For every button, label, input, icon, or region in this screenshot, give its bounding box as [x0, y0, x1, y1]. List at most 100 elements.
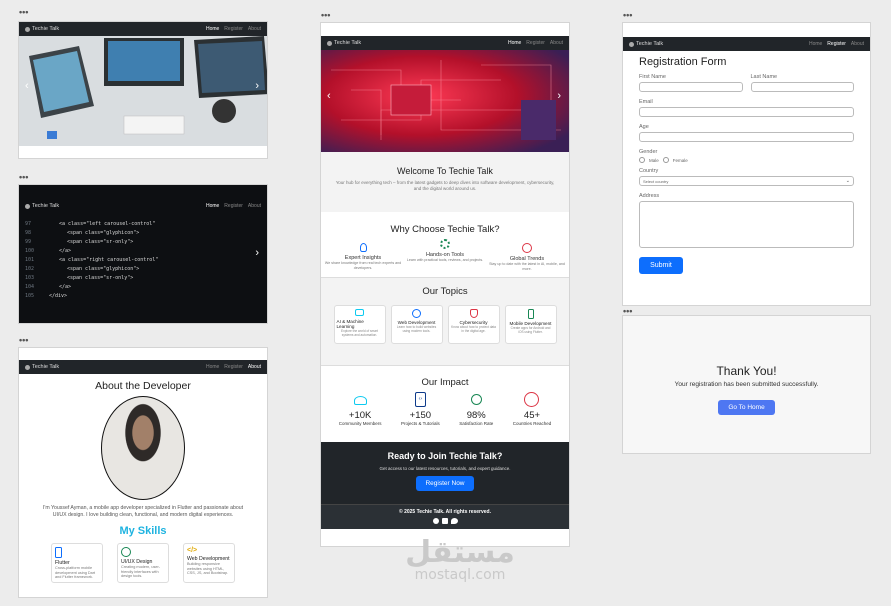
nav-home[interactable]: Home: [809, 41, 822, 47]
topic-text: Create apps for Android and iOS using Fl…: [510, 326, 551, 334]
gender-label: Gender: [639, 149, 658, 155]
country-select[interactable]: Select country ⌄: [639, 176, 854, 186]
brand-logo-icon: [25, 203, 30, 209]
brand[interactable]: Techie Talk: [327, 40, 361, 46]
developer-photo: [101, 396, 185, 500]
svg-text:<a class="left carousel-contro: <a class="left carousel-control": [59, 221, 155, 227]
first-name-field[interactable]: [639, 82, 743, 92]
watermark-latin: mostaql.com: [414, 567, 506, 583]
stat-label: Community Members: [338, 421, 382, 426]
code-file-icon: ‹›: [414, 392, 426, 407]
palette-icon: [121, 547, 131, 557]
female-label: Female: [672, 157, 688, 163]
nav-about[interactable]: About: [248, 203, 261, 209]
nav-register[interactable]: Register: [827, 41, 846, 47]
address-textarea[interactable]: [639, 201, 854, 248]
skill-text: Cross-platform mobile development using …: [55, 566, 96, 580]
carousel-next-icon[interactable]: ›: [255, 247, 259, 259]
svg-text:<span class="glyphicon">: <span class="glyphicon">: [67, 230, 139, 236]
svg-text:102: 102: [25, 266, 34, 272]
nav-register[interactable]: Register: [224, 364, 243, 370]
stat-label: Projects & Tutorials: [400, 421, 440, 426]
nav-about[interactable]: About: [851, 41, 864, 47]
brand-logo-icon: [25, 26, 30, 32]
impact-title: Our Impact: [421, 377, 469, 388]
facebook-icon[interactable]: [432, 518, 439, 524]
brand[interactable]: Techie Talk: [25, 203, 59, 209]
brand-logo-icon: [25, 364, 30, 370]
lightbulb-icon: [359, 243, 367, 252]
award-icon: [470, 394, 482, 405]
brand-logo-icon: [629, 41, 634, 47]
carousel-prev-icon[interactable]: ‹: [327, 90, 331, 102]
desk-illustration: [19, 36, 267, 146]
feature-card: Expert Insights We share knowledge from …: [323, 243, 403, 271]
brand[interactable]: Techie Talk: [25, 26, 59, 32]
address-label: Address: [639, 193, 660, 199]
feature-text: Learn with practical tools, reviews, and…: [406, 258, 484, 262]
male-radio[interactable]: [639, 157, 645, 163]
svg-text:103: 103: [25, 275, 34, 281]
twitter-icon[interactable]: [450, 518, 458, 524]
svg-text:100: 100: [25, 248, 34, 254]
phone-icon: [55, 547, 62, 558]
go-to-home-button[interactable]: Go To Home: [718, 400, 775, 415]
svg-text:97: 97: [25, 221, 31, 227]
nav-about[interactable]: About: [550, 40, 563, 46]
footer: © 2025 Techie Talk. All rights reserved.: [321, 504, 569, 529]
feature-card: Hands-on Tools Learn with practical tool…: [405, 239, 485, 271]
register-now-button[interactable]: Register Now: [416, 476, 474, 491]
nav-home[interactable]: Home: [508, 40, 521, 46]
carousel-next-icon[interactable]: ›: [557, 90, 561, 102]
welcome-section: Welcome To Techie Talk Your hub for ever…: [321, 152, 569, 212]
country-placeholder: Select country: [643, 178, 669, 184]
frame-menu-dots[interactable]: •••: [623, 307, 632, 316]
frame-menu-dots[interactable]: •••: [623, 11, 632, 20]
topic-card[interactable]: Cybersecurity Know about how to protect …: [447, 305, 500, 344]
age-field[interactable]: [639, 132, 854, 142]
cta-text: Get access to our latest resources, tuto…: [379, 466, 511, 471]
skills-title: My Skills: [119, 525, 167, 537]
watermark-arabic: مستقل: [405, 535, 515, 570]
topic-card[interactable]: AI & Machine Learning Explore the world …: [333, 305, 386, 344]
phone-icon: [527, 309, 534, 319]
carousel-next-icon[interactable]: ›: [255, 80, 259, 92]
last-name-label: Last Name: [750, 74, 778, 80]
watermark-logo: مستقل mostaql.com: [385, 535, 535, 583]
country-label: Country: [639, 168, 659, 174]
nav-about[interactable]: About: [248, 364, 261, 370]
frame-register: Techie Talk Home Register About Registra…: [622, 22, 871, 306]
brand[interactable]: Techie Talk: [25, 364, 59, 370]
topic-card[interactable]: Mobile Development Create apps for Andro…: [504, 305, 557, 344]
stat-label: Satisfaction Rate: [459, 421, 494, 426]
nav-about[interactable]: About: [248, 26, 261, 32]
nav-home[interactable]: Home: [206, 364, 219, 370]
frame-menu-dots[interactable]: •••: [321, 11, 330, 20]
stat-item: ‹› +150 Projects & Tutorials: [401, 392, 440, 426]
frame-menu-dots[interactable]: •••: [19, 173, 28, 182]
cta-section: Ready to Join Techie Talk? Get access to…: [321, 442, 569, 504]
nav-register[interactable]: Register: [526, 40, 545, 46]
carousel-prev-icon[interactable]: ‹: [25, 80, 29, 92]
brand[interactable]: Techie Talk: [629, 41, 663, 47]
email-field[interactable]: [639, 107, 854, 117]
first-name-label: First Name: [639, 74, 666, 80]
topic-card[interactable]: Web Development Learn how to build websi…: [390, 305, 443, 344]
svg-text:</a>: </a>: [59, 248, 71, 254]
linkedin-icon[interactable]: [441, 518, 448, 524]
last-name-field[interactable]: [750, 82, 854, 92]
frame-menu-dots[interactable]: •••: [19, 8, 28, 17]
frame-menu-dots[interactable]: •••: [19, 336, 28, 345]
stat-value: 45+: [523, 410, 541, 421]
submit-button[interactable]: Submit: [639, 257, 683, 274]
svg-text:101: 101: [25, 257, 34, 263]
nav-register[interactable]: Register: [224, 203, 243, 209]
navbar: Techie Talk Home Register About: [623, 37, 870, 51]
nav-home[interactable]: Home: [206, 26, 219, 32]
female-radio[interactable]: [662, 157, 669, 163]
nav-home[interactable]: Home: [206, 203, 219, 209]
hero-image-desk: ‹ ›: [19, 36, 267, 146]
thanks-title: Thank You!: [716, 364, 777, 378]
nav-register[interactable]: Register: [224, 26, 243, 32]
svg-text:</a>: </a>: [59, 284, 71, 290]
